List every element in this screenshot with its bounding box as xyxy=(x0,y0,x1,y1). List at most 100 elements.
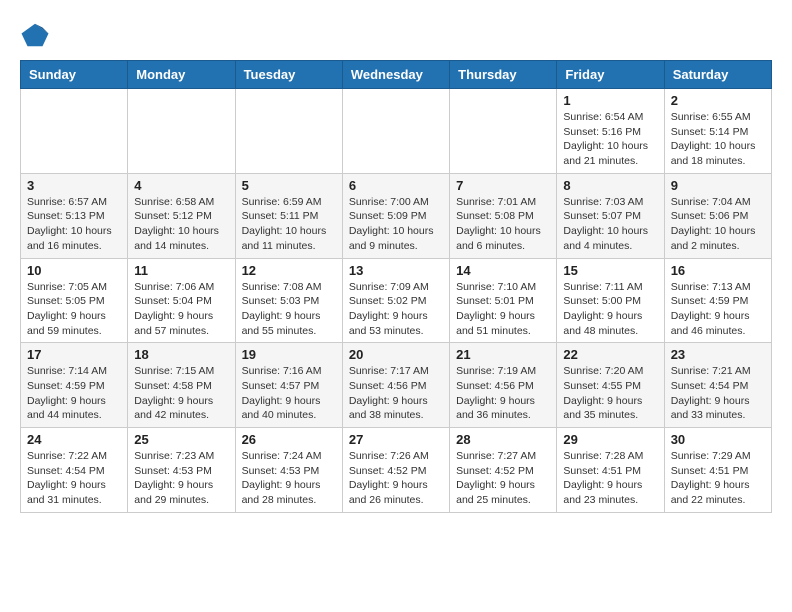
calendar-cell: 27 Sunrise: 7:26 AM Sunset: 4:52 PM Dayli… xyxy=(342,428,449,513)
calendar-cell: 21 Sunrise: 7:19 AM Sunset: 4:56 PM Dayli… xyxy=(450,343,557,428)
day-number: 3 xyxy=(27,178,121,193)
day-info: Sunrise: 7:28 AM Sunset: 4:51 PM Dayligh… xyxy=(563,449,657,508)
calendar-cell: 14Sunrise: 7:10 AM Sunset: 5:01 PM Dayli… xyxy=(450,258,557,343)
day-number: 21 xyxy=(456,347,550,362)
calendar-week-3: 10Sunrise: 7:05 AM Sunset: 5:05 PM Dayli… xyxy=(21,258,772,343)
day-info: Sunrise: 7:17 AM Sunset: 4:56 PM Dayligh… xyxy=(349,364,443,423)
day-number: 23 xyxy=(671,347,765,362)
calendar-week-1: 1 Sunrise: 6:54 AM Sunset: 5:16 PM Daylig… xyxy=(21,89,772,174)
calendar-week-4: 17 Sunrise: 7:14 AM Sunset: 4:59 PM Dayli… xyxy=(21,343,772,428)
calendar-cell: 4 Sunrise: 6:58 AM Sunset: 5:12 PM Daylig… xyxy=(128,173,235,258)
calendar-cell: 12Sunrise: 7:08 AM Sunset: 5:03 PM Dayli… xyxy=(235,258,342,343)
logo xyxy=(20,20,54,50)
day-number: 1 xyxy=(563,93,657,108)
weekday-header-monday: Monday xyxy=(128,61,235,89)
day-info: Sunrise: 7:00 AM Sunset: 5:09 PM Dayligh… xyxy=(349,195,443,254)
day-info: Sunrise: 7:04 AM Sunset: 5:06 PM Dayligh… xyxy=(671,195,765,254)
calendar-table: SundayMondayTuesdayWednesdayThursdayFrid… xyxy=(20,60,772,513)
day-info: Sunrise: 7:26 AM Sunset: 4:52 PM Dayligh… xyxy=(349,449,443,508)
day-info: Sunrise: 6:55 AM Sunset: 5:14 PM Dayligh… xyxy=(671,110,765,169)
day-number: 4 xyxy=(134,178,228,193)
day-number: 19 xyxy=(242,347,336,362)
day-info: Sunrise: 7:03 AM Sunset: 5:07 PM Dayligh… xyxy=(563,195,657,254)
day-number: 8 xyxy=(563,178,657,193)
calendar-week-2: 3 Sunrise: 6:57 AM Sunset: 5:13 PM Daylig… xyxy=(21,173,772,258)
calendar-cell: 5 Sunrise: 6:59 AM Sunset: 5:11 PM Daylig… xyxy=(235,173,342,258)
calendar-week-5: 24 Sunrise: 7:22 AM Sunset: 4:54 PM Dayli… xyxy=(21,428,772,513)
day-info: Sunrise: 7:20 AM Sunset: 4:55 PM Dayligh… xyxy=(563,364,657,423)
day-info: Sunrise: 7:01 AM Sunset: 5:08 PM Dayligh… xyxy=(456,195,550,254)
calendar-cell: 9 Sunrise: 7:04 AM Sunset: 5:06 PM Daylig… xyxy=(664,173,771,258)
day-info: Sunrise: 6:58 AM Sunset: 5:12 PM Dayligh… xyxy=(134,195,228,254)
calendar-cell xyxy=(128,89,235,174)
day-info: Sunrise: 7:15 AM Sunset: 4:58 PM Dayligh… xyxy=(134,364,228,423)
day-number: 5 xyxy=(242,178,336,193)
day-number: 17 xyxy=(27,347,121,362)
weekday-header-saturday: Saturday xyxy=(664,61,771,89)
calendar-cell: 30Sunrise: 7:29 AM Sunset: 4:51 PM Dayli… xyxy=(664,428,771,513)
day-info: Sunrise: 7:27 AM Sunset: 4:52 PM Dayligh… xyxy=(456,449,550,508)
calendar-cell xyxy=(21,89,128,174)
day-number: 12 xyxy=(242,263,336,278)
calendar-cell: 2 Sunrise: 6:55 AM Sunset: 5:14 PM Daylig… xyxy=(664,89,771,174)
calendar-cell: 7 Sunrise: 7:01 AM Sunset: 5:08 PM Daylig… xyxy=(450,173,557,258)
calendar-cell: 18 Sunrise: 7:15 AM Sunset: 4:58 PM Dayli… xyxy=(128,343,235,428)
day-info: Sunrise: 7:22 AM Sunset: 4:54 PM Dayligh… xyxy=(27,449,121,508)
day-info: Sunrise: 6:59 AM Sunset: 5:11 PM Dayligh… xyxy=(242,195,336,254)
calendar-cell: 8 Sunrise: 7:03 AM Sunset: 5:07 PM Daylig… xyxy=(557,173,664,258)
day-number: 22 xyxy=(563,347,657,362)
day-number: 28 xyxy=(456,432,550,447)
day-info: Sunrise: 7:11 AM Sunset: 5:00 PM Dayligh… xyxy=(563,280,657,339)
calendar-cell: 11 Sunrise: 7:06 AM Sunset: 5:04 PM Dayli… xyxy=(128,258,235,343)
calendar-cell: 19 Sunrise: 7:16 AM Sunset: 4:57 PM Dayli… xyxy=(235,343,342,428)
day-number: 7 xyxy=(456,178,550,193)
calendar-cell: 10Sunrise: 7:05 AM Sunset: 5:05 PM Dayli… xyxy=(21,258,128,343)
day-number: 13 xyxy=(349,263,443,278)
calendar-cell: 13 Sunrise: 7:09 AM Sunset: 5:02 PM Dayli… xyxy=(342,258,449,343)
day-info: Sunrise: 6:57 AM Sunset: 5:13 PM Dayligh… xyxy=(27,195,121,254)
calendar-cell xyxy=(342,89,449,174)
day-info: Sunrise: 7:09 AM Sunset: 5:02 PM Dayligh… xyxy=(349,280,443,339)
logo-icon xyxy=(20,20,50,50)
day-number: 11 xyxy=(134,263,228,278)
day-info: Sunrise: 7:16 AM Sunset: 4:57 PM Dayligh… xyxy=(242,364,336,423)
day-info: Sunrise: 7:14 AM Sunset: 4:59 PM Dayligh… xyxy=(27,364,121,423)
calendar-cell: 17 Sunrise: 7:14 AM Sunset: 4:59 PM Dayli… xyxy=(21,343,128,428)
day-info: Sunrise: 7:10 AM Sunset: 5:01 PM Dayligh… xyxy=(456,280,550,339)
calendar-cell: 16Sunrise: 7:13 AM Sunset: 4:59 PM Dayli… xyxy=(664,258,771,343)
weekday-header-tuesday: Tuesday xyxy=(235,61,342,89)
calendar-cell xyxy=(235,89,342,174)
calendar-cell: 20Sunrise: 7:17 AM Sunset: 4:56 PM Dayli… xyxy=(342,343,449,428)
day-info: Sunrise: 7:05 AM Sunset: 5:05 PM Dayligh… xyxy=(27,280,121,339)
day-info: Sunrise: 7:19 AM Sunset: 4:56 PM Dayligh… xyxy=(456,364,550,423)
calendar-header-row: SundayMondayTuesdayWednesdayThursdayFrid… xyxy=(21,61,772,89)
calendar-cell: 15 Sunrise: 7:11 AM Sunset: 5:00 PM Dayli… xyxy=(557,258,664,343)
day-number: 25 xyxy=(134,432,228,447)
day-number: 2 xyxy=(671,93,765,108)
day-info: Sunrise: 7:13 AM Sunset: 4:59 PM Dayligh… xyxy=(671,280,765,339)
day-info: Sunrise: 7:06 AM Sunset: 5:04 PM Dayligh… xyxy=(134,280,228,339)
weekday-header-wednesday: Wednesday xyxy=(342,61,449,89)
weekday-header-sunday: Sunday xyxy=(21,61,128,89)
day-number: 27 xyxy=(349,432,443,447)
calendar-cell: 22 Sunrise: 7:20 AM Sunset: 4:55 PM Dayli… xyxy=(557,343,664,428)
day-number: 24 xyxy=(27,432,121,447)
day-number: 9 xyxy=(671,178,765,193)
day-number: 29 xyxy=(563,432,657,447)
calendar-cell: 26Sunrise: 7:24 AM Sunset: 4:53 PM Dayli… xyxy=(235,428,342,513)
day-info: Sunrise: 7:29 AM Sunset: 4:51 PM Dayligh… xyxy=(671,449,765,508)
day-info: Sunrise: 7:23 AM Sunset: 4:53 PM Dayligh… xyxy=(134,449,228,508)
weekday-header-thursday: Thursday xyxy=(450,61,557,89)
day-info: Sunrise: 7:24 AM Sunset: 4:53 PM Dayligh… xyxy=(242,449,336,508)
calendar-cell: 28 Sunrise: 7:27 AM Sunset: 4:52 PM Dayli… xyxy=(450,428,557,513)
calendar-cell: 24 Sunrise: 7:22 AM Sunset: 4:54 PM Dayli… xyxy=(21,428,128,513)
day-number: 15 xyxy=(563,263,657,278)
day-number: 18 xyxy=(134,347,228,362)
page-header xyxy=(20,20,772,50)
calendar-cell: 1 Sunrise: 6:54 AM Sunset: 5:16 PM Daylig… xyxy=(557,89,664,174)
day-number: 6 xyxy=(349,178,443,193)
day-info: Sunrise: 6:54 AM Sunset: 5:16 PM Dayligh… xyxy=(563,110,657,169)
calendar-cell: 3 Sunrise: 6:57 AM Sunset: 5:13 PM Daylig… xyxy=(21,173,128,258)
calendar-cell xyxy=(450,89,557,174)
day-info: Sunrise: 7:21 AM Sunset: 4:54 PM Dayligh… xyxy=(671,364,765,423)
